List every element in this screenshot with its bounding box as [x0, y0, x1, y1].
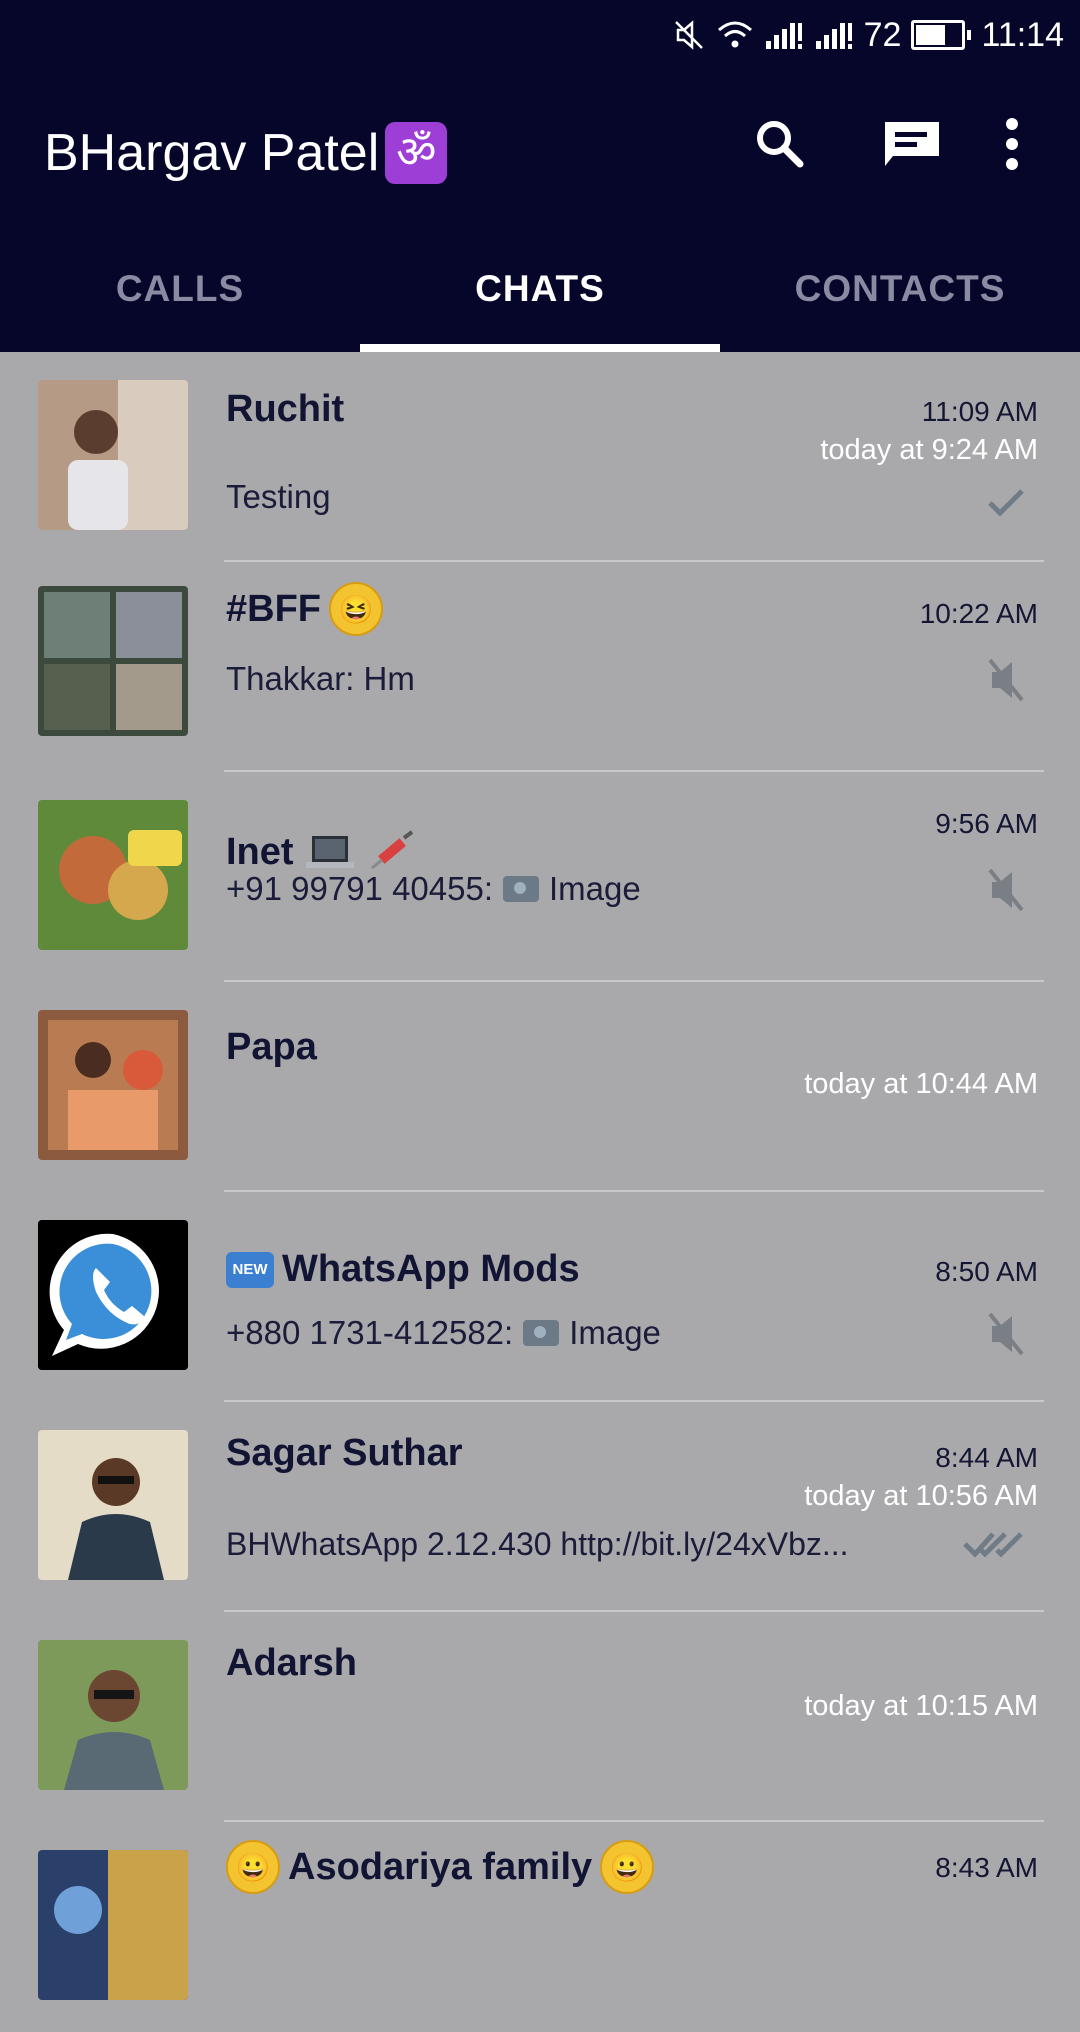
chat-row-inet[interactable]: Inet 9:56 AM +91 99791 40455: Image [0, 772, 1080, 982]
mute-status-icon [672, 18, 706, 52]
chat-row-ruchit[interactable]: Ruchit 11:09 AM today at 9:24 AM Testing [0, 352, 1080, 562]
profile-name: BHargav Patel [44, 124, 380, 182]
signal-icon-2 [814, 19, 854, 51]
message-icon [885, 122, 939, 166]
chat-time: 8:43 AM [935, 1852, 1038, 1883]
om-emoji-badge: ॐ [385, 122, 448, 184]
chat-row-sagar-suthar[interactable]: Sagar Suthar 8:44 AM today at 10:56 AM B… [0, 1402, 1080, 1612]
chat-name-text: WhatsApp Mods [282, 1248, 580, 1290]
grinning-emoji-right: 😀 [600, 1840, 655, 1894]
chat-time: 11:09 AM [921, 396, 1038, 427]
avatar [38, 1010, 188, 1160]
tab-chats[interactable]: CHATS [360, 246, 720, 352]
syringe-emoji [366, 828, 418, 876]
chat-time: 10:22 AM [919, 598, 1038, 629]
search-button[interactable] [748, 112, 812, 176]
chat-name: Ruchit [226, 388, 345, 430]
new-chat-button[interactable] [880, 112, 944, 176]
app-title: BHargav Patel ॐ [44, 118, 448, 188]
tab-contacts[interactable]: CONTACTS [720, 246, 1080, 352]
laughing-emoji: 😆 [329, 582, 383, 636]
new-badge: NEW [226, 1251, 274, 1288]
chat-preview: +880 1731-412582: Image [226, 1314, 661, 1352]
avatar [38, 1850, 188, 2000]
preview-text: Thakkar: Hm [226, 660, 415, 697]
laptop-emoji [302, 828, 358, 876]
chat-time: 8:44 AM [935, 1442, 1038, 1473]
chat-preview: +91 99791 40455: Image [226, 870, 641, 908]
chat-row-asodariya-family[interactable]: 😀 Asodariya family 😀 8:43 AM [0, 1822, 1080, 2032]
status-bar: 72 11:14 [672, 12, 1064, 58]
last-seen: today at 10:44 AM [804, 1068, 1038, 1100]
search-icon [757, 121, 804, 168]
avatar [38, 800, 188, 950]
preview-text: BHWhatsApp 2.12.430 http://bit.ly/24xVbz… [226, 1526, 849, 1562]
avatar [38, 586, 188, 736]
muted-icon [982, 1310, 1030, 1358]
chat-name: Sagar Suthar [226, 1432, 463, 1474]
clock: 11:14 [981, 15, 1064, 54]
last-seen: today at 10:56 AM [804, 1480, 1038, 1512]
chat-name-text: Inet [226, 830, 294, 873]
chat-preview: Thakkar: Hm [226, 660, 415, 698]
chat-time: 9:56 AM [935, 808, 1038, 839]
app-header: 72 11:14 BHargav Patel ॐ CALLS CHATS CON… [0, 0, 1080, 352]
chat-name: 😀 Asodariya family 😀 [226, 1840, 655, 1894]
chat-name-text: #BFF [226, 587, 321, 630]
tab-indicator [360, 344, 720, 352]
preview-sender: +880 1731-412582: [226, 1314, 514, 1351]
signal-icon-1 [764, 19, 804, 51]
chat-row-whatsapp-mods[interactable]: NEW WhatsApp Mods 8:50 AM +880 1731-4125… [0, 1192, 1080, 1402]
preview-media-label: Image [569, 1314, 661, 1351]
chat-row-adarsh[interactable]: Adarsh today at 10:15 AM [0, 1612, 1080, 1822]
wifi-icon [716, 18, 754, 52]
single-check-icon [982, 478, 1030, 526]
chat-name: Inet [226, 828, 418, 876]
chat-row-bff[interactable]: #BFF 😆 10:22 AM Thakkar: Hm [0, 562, 1080, 772]
overflow-menu-button[interactable] [980, 112, 1044, 176]
battery-icon [911, 20, 972, 50]
chat-name: Papa [226, 1026, 317, 1068]
chat-time: 8:50 AM [935, 1256, 1038, 1287]
tab-bar: CALLS CHATS CONTACTS [0, 246, 1080, 352]
double-check-icon [960, 1520, 1030, 1568]
last-seen: today at 9:24 AM [820, 434, 1038, 466]
camera-icon [503, 876, 540, 902]
avatar [38, 1430, 188, 1580]
chat-list: Ruchit 11:09 AM today at 9:24 AM Testing… [0, 352, 1080, 2032]
last-seen: today at 10:15 AM [804, 1690, 1038, 1722]
camera-icon [523, 1320, 560, 1346]
avatar [38, 1640, 188, 1790]
chat-name-text: Asodariya family [288, 1845, 593, 1888]
chat-name: NEW WhatsApp Mods [226, 1248, 580, 1291]
chat-preview: BHWhatsApp 2.12.430 http://bit.ly/24xVbz… [226, 1526, 849, 1563]
chat-name: Adarsh [226, 1642, 357, 1684]
chat-row-papa[interactable]: Papa today at 10:44 AM [0, 982, 1080, 1192]
chat-name: #BFF 😆 [226, 582, 383, 636]
more-vert-icon [1006, 118, 1018, 170]
grinning-emoji-left: 😀 [226, 1840, 280, 1894]
chat-preview: Testing [226, 478, 331, 516]
battery-percent: 72 [863, 15, 902, 54]
preview-media-label: Image [549, 870, 641, 907]
avatar [38, 1220, 188, 1370]
tab-calls[interactable]: CALLS [0, 246, 360, 352]
avatar [38, 380, 188, 530]
preview-sender: +91 99791 40455: [226, 870, 494, 907]
muted-icon [982, 656, 1030, 704]
muted-icon [982, 866, 1030, 914]
preview-text: Testing [226, 478, 331, 515]
